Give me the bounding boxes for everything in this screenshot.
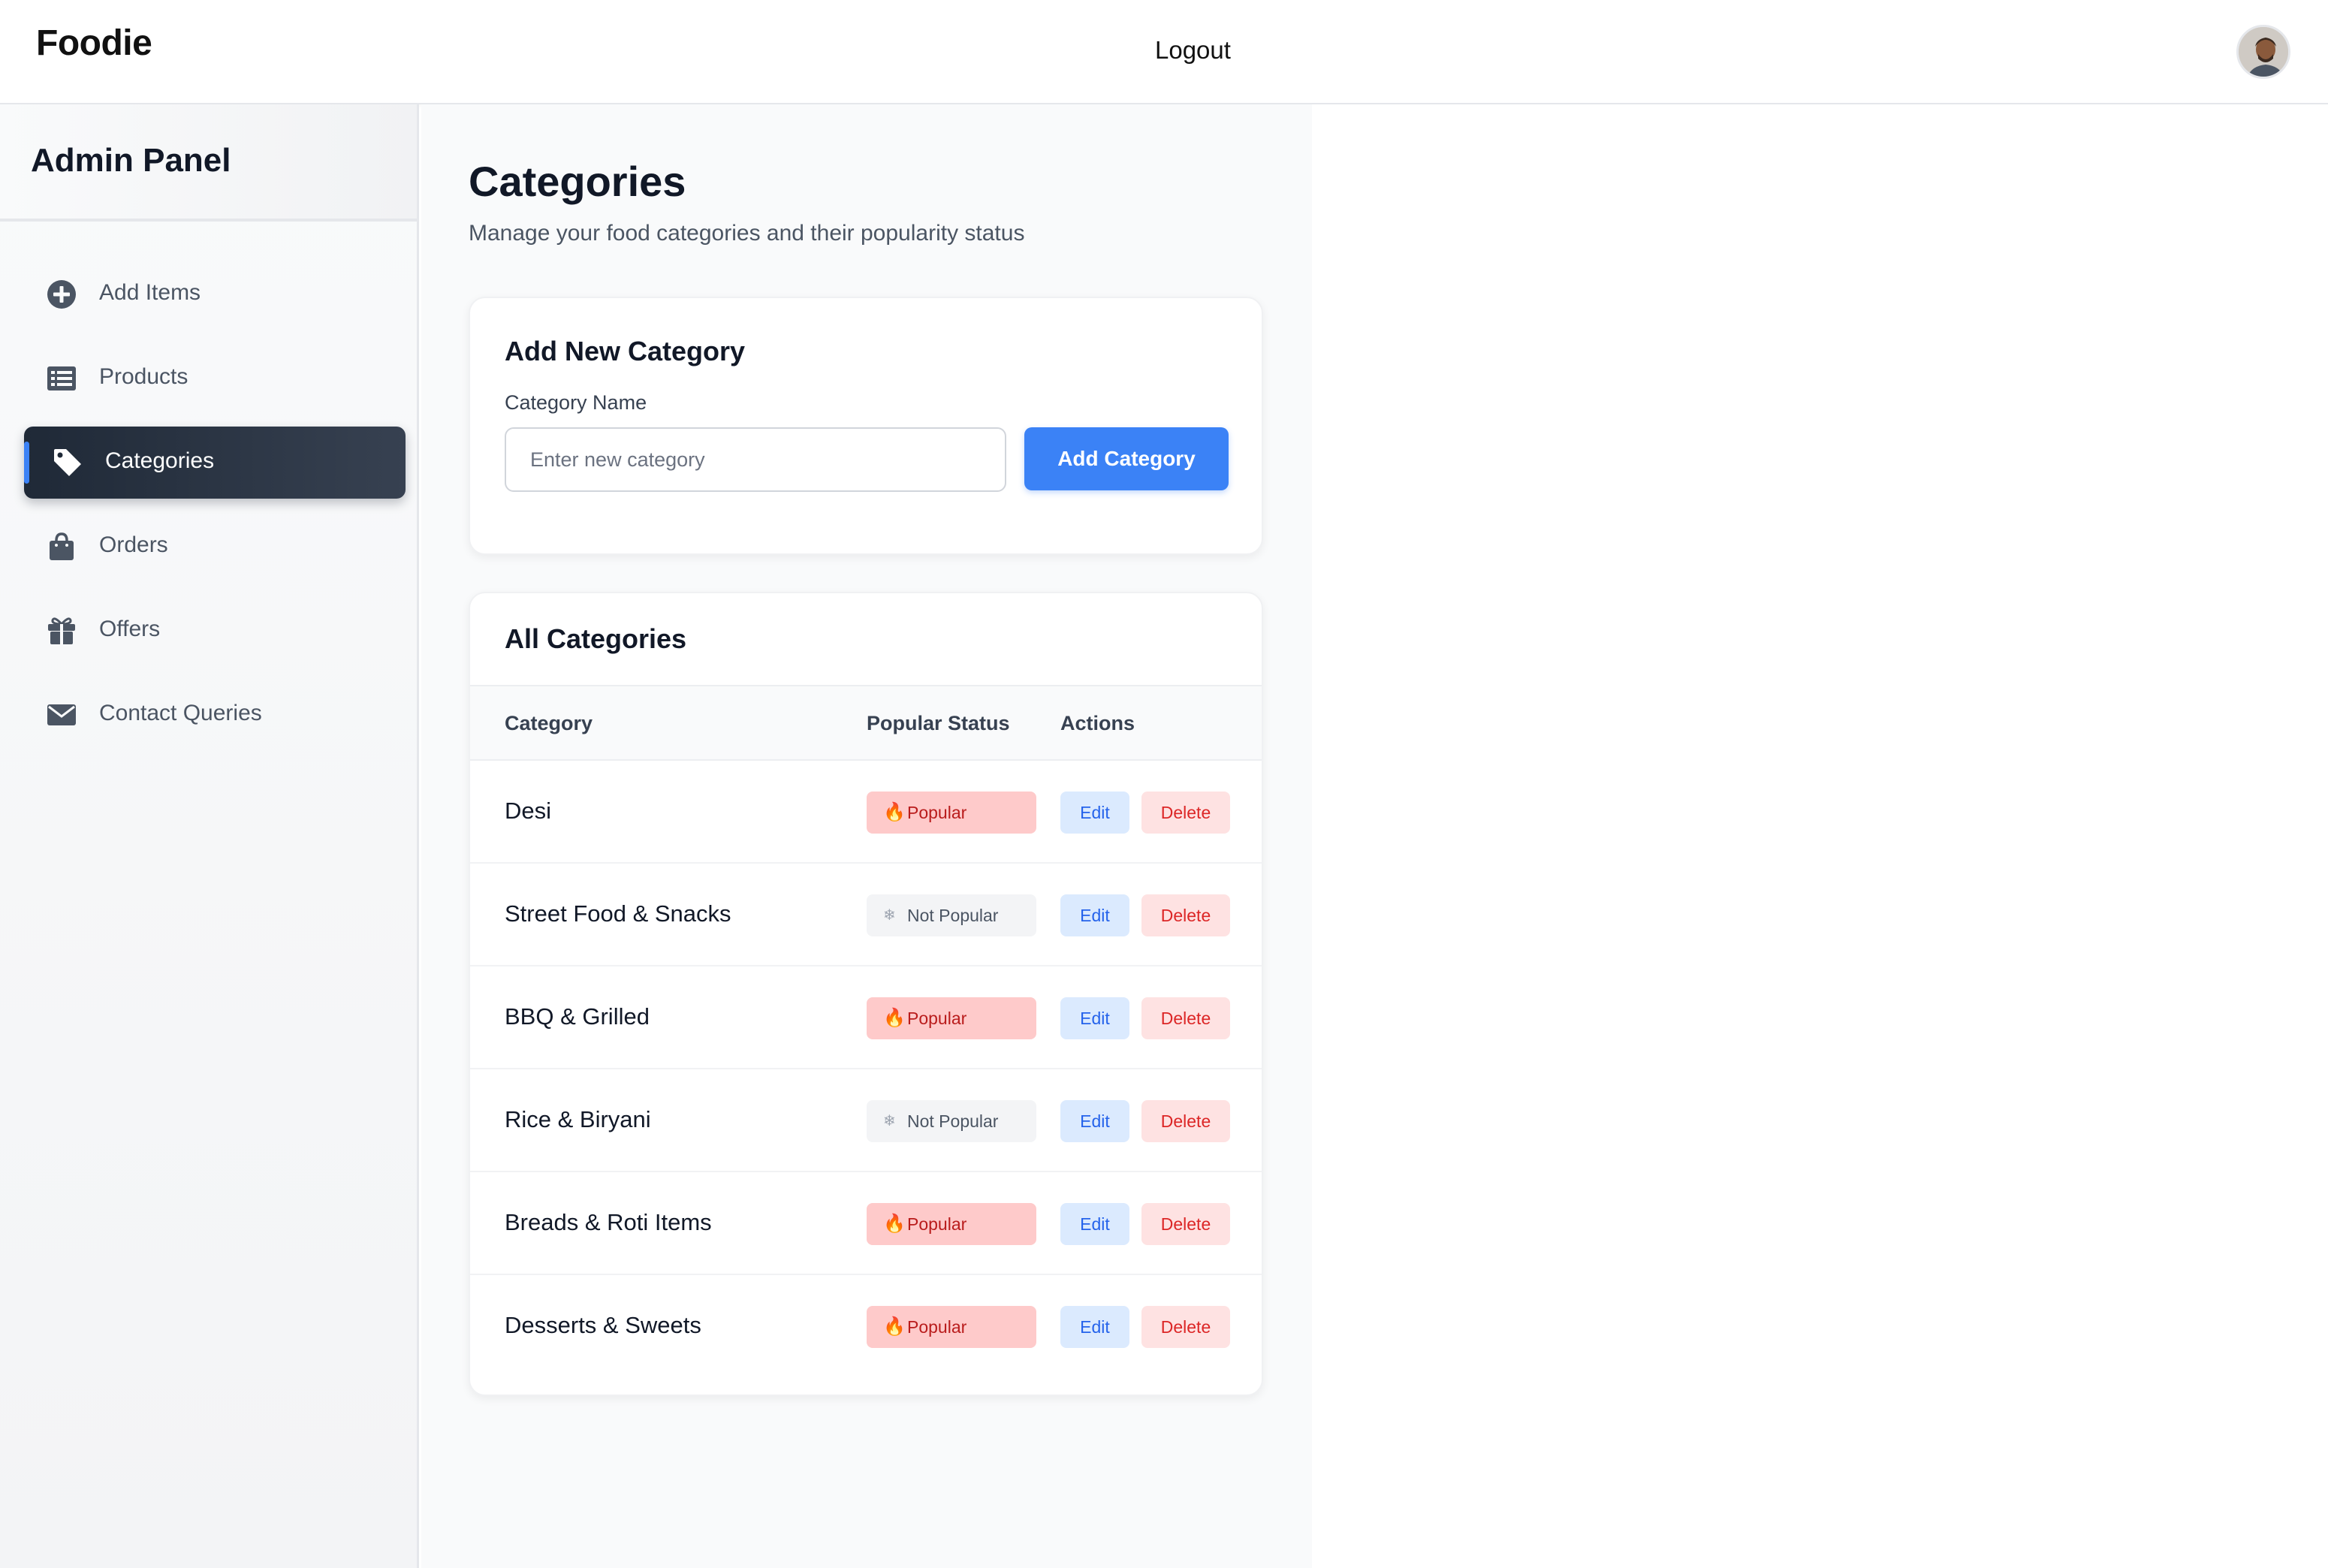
plus-circle-icon (47, 280, 76, 309)
main-content: Categories Manage your food categories a… (421, 104, 1312, 1568)
sidebar-title: Admin Panel (31, 142, 231, 179)
sidebar-item-orders[interactable]: Orders (24, 511, 406, 583)
column-header-category: Category (505, 712, 593, 734)
sidebar-item-categories[interactable]: Categories (24, 427, 406, 499)
column-header-actions: Actions (1060, 712, 1135, 734)
envelope-icon (47, 704, 76, 725)
add-category-button[interactable]: Add Category (1024, 427, 1229, 490)
add-category-card: Add New Category Category Name Add Categ… (469, 297, 1263, 555)
category-name-label: Category Name (505, 391, 647, 414)
popular-status-badge[interactable]: 🔥 Popular (867, 1306, 1036, 1348)
shopping-bag-icon (50, 532, 74, 560)
table-row: Rice & Biryani ❄ Not Popular Edit Delete (470, 1069, 1262, 1172)
status-label: Popular (907, 1317, 967, 1337)
table-row: Desserts & Sweets 🔥 Popular Edit Delete (470, 1275, 1262, 1378)
sidebar-item-offers[interactable]: Offers (24, 595, 406, 667)
category-name: Desserts & Sweets (505, 1312, 701, 1338)
fire-icon: 🔥 (883, 1008, 906, 1028)
snowflake-icon: ❄ (883, 1113, 896, 1129)
sidebar-item-label: Orders (99, 532, 168, 557)
delete-button[interactable]: Delete (1141, 1100, 1230, 1142)
sidebar: Admin Panel Add Items Products Categorie… (0, 104, 419, 1568)
category-name: Rice & Biryani (505, 1106, 651, 1132)
table-row: Street Food & Snacks ❄ Not Popular Edit Dele… (470, 864, 1262, 966)
table-row: Desi 🔥 Popular Edit Delete (470, 761, 1262, 864)
edit-button[interactable]: Edit (1060, 1306, 1129, 1348)
sidebar-item-contact-queries[interactable]: Contact Queries (24, 679, 406, 751)
user-avatar-icon (2239, 27, 2288, 77)
table-header: Category Popular Status Actions (470, 685, 1262, 761)
sidebar-item-label: Add Items (99, 280, 201, 305)
status-label: Popular (907, 803, 967, 822)
category-name: Breads & Roti Items (505, 1209, 712, 1235)
popular-status-badge[interactable]: 🔥 Popular (867, 1203, 1036, 1245)
sidebar-header: Admin Panel (0, 104, 417, 222)
delete-button[interactable]: Delete (1141, 792, 1230, 834)
avatar[interactable] (2236, 25, 2290, 79)
table-row: Breads & Roti Items 🔥 Popular Edit Delete (470, 1172, 1262, 1275)
sidebar-item-label: Categories (105, 448, 215, 473)
category-name: Street Food & Snacks (505, 900, 731, 927)
edit-button[interactable]: Edit (1060, 894, 1129, 936)
not-popular-status-badge[interactable]: ❄ Not Popular (867, 894, 1036, 936)
edit-button[interactable]: Edit (1060, 1203, 1129, 1245)
fire-icon: 🔥 (883, 802, 906, 822)
add-category-title: Add New Category (505, 336, 746, 366)
all-categories-card: All Categories Category Popular Status A… (469, 592, 1263, 1396)
status-label: Not Popular (907, 906, 999, 925)
fire-icon: 🔥 (883, 1214, 906, 1234)
status-label: Popular (907, 1009, 967, 1028)
column-header-popular-status: Popular Status (867, 712, 1010, 734)
delete-button[interactable]: Delete (1141, 997, 1230, 1039)
popular-status-badge[interactable]: 🔥 Popular (867, 792, 1036, 834)
sidebar-item-label: Products (99, 364, 188, 389)
table-row: BBQ & Grilled 🔥 Popular Edit Delete (470, 966, 1262, 1069)
list-icon (47, 366, 76, 390)
delete-button[interactable]: Delete (1141, 1203, 1230, 1245)
fire-icon: 🔥 (883, 1316, 906, 1337)
tag-icon (54, 449, 81, 476)
page-title: Categories (469, 158, 686, 205)
edit-button[interactable]: Edit (1060, 792, 1129, 834)
top-navbar: Foodie Logout (0, 0, 2328, 104)
empty-area (1312, 104, 2328, 1568)
snowflake-icon: ❄ (883, 907, 896, 924)
delete-button[interactable]: Delete (1141, 1306, 1230, 1348)
brand-logo[interactable]: Foodie (36, 23, 152, 64)
sidebar-item-label: Contact Queries (99, 701, 262, 725)
page-subtitle: Manage your food categories and their po… (469, 221, 1025, 246)
category-name: BBQ & Grilled (505, 1003, 650, 1030)
delete-button[interactable]: Delete (1141, 894, 1230, 936)
edit-button[interactable]: Edit (1060, 1100, 1129, 1142)
popular-status-badge[interactable]: 🔥 Popular (867, 997, 1036, 1039)
gift-icon (48, 617, 75, 644)
sidebar-item-add-items[interactable]: Add Items (24, 258, 406, 330)
edit-button[interactable]: Edit (1060, 997, 1129, 1039)
sidebar-item-label: Offers (99, 617, 161, 641)
not-popular-status-badge[interactable]: ❄ Not Popular (867, 1100, 1036, 1142)
category-name-input[interactable] (505, 427, 1006, 492)
category-name: Desi (505, 798, 552, 824)
status-label: Popular (907, 1214, 967, 1234)
status-label: Not Popular (907, 1111, 999, 1131)
all-categories-title: All Categories (505, 623, 687, 654)
sidebar-item-products[interactable]: Products (24, 342, 406, 415)
logout-link[interactable]: Logout (1155, 36, 1231, 65)
